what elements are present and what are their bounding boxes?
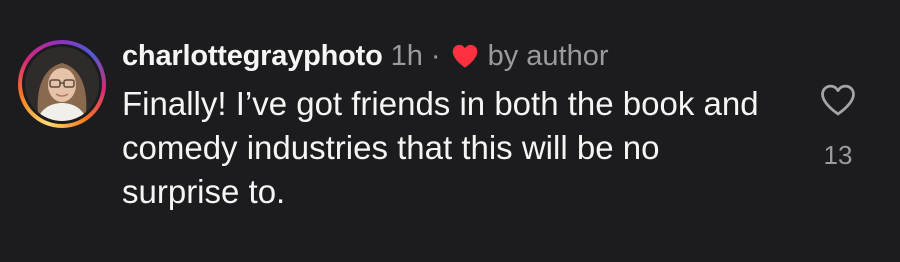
avatar-image [25,47,99,121]
comment-text: Finally! I’ve got friends in both the bo… [122,85,759,210]
like-count[interactable]: 13 [824,140,853,171]
meta-separator: · [430,39,441,72]
comment-item: charlottegrayphoto 1h · by author Finall… [0,0,900,262]
like-area: 13 [808,82,868,171]
avatar-story-ring[interactable] [18,40,106,128]
username-link[interactable]: charlottegrayphoto [122,40,383,73]
comment-meta: charlottegrayphoto 1h · by author [122,36,782,76]
red-heart-icon [451,43,479,69]
liked-by-author-label: by author [487,39,609,72]
comment-content: charlottegrayphoto 1h · by author Finall… [122,36,782,214]
avatar-ring-gap [22,44,102,124]
timestamp: 1h [390,39,423,72]
avatar[interactable] [25,47,99,121]
like-button[interactable] [818,82,858,118]
heart-outline-icon [821,84,855,116]
